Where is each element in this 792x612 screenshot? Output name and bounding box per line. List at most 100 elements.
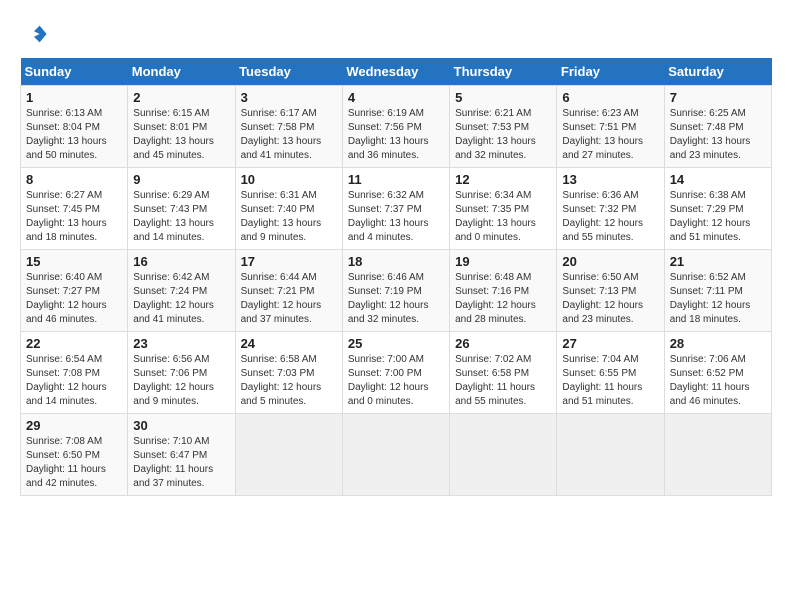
- calendar-cell: [664, 414, 771, 496]
- day-header-wednesday: Wednesday: [342, 58, 449, 86]
- day-info: Sunrise: 6:34 AM Sunset: 7:35 PM Dayligh…: [455, 189, 551, 245]
- calendar-cell: 15Sunrise: 6:40 AM Sunset: 7:27 PM Dayli…: [21, 250, 128, 332]
- day-number: 19: [455, 254, 551, 269]
- calendar-cell: 9Sunrise: 6:29 AM Sunset: 7:43 PM Daylig…: [128, 168, 235, 250]
- day-number: 4: [348, 90, 444, 105]
- day-number: 13: [562, 172, 658, 187]
- day-number: 20: [562, 254, 658, 269]
- day-number: 18: [348, 254, 444, 269]
- day-info: Sunrise: 6:50 AM Sunset: 7:13 PM Dayligh…: [562, 271, 658, 327]
- calendar-cell: 23 Sunrise: 6:56 AM Sunset: 7:06 PM Dayli…: [128, 332, 235, 414]
- logo-icon: [20, 20, 48, 48]
- calendar-cell: 8 Sunrise: 6:27 AM Sunset: 7:45 PM Daylig…: [21, 168, 128, 250]
- day-info: Sunrise: 7:04 AM Sunset: 6:55 PM Dayligh…: [562, 353, 658, 409]
- day-info: Sunrise: 6:21 AM Sunset: 7:53 PM Dayligh…: [455, 107, 551, 163]
- day-number: 24: [241, 336, 337, 351]
- day-header-monday: Monday: [128, 58, 235, 86]
- calendar-cell: 3 Sunrise: 6:17 AM Sunset: 7:58 PM Daylig…: [235, 86, 342, 168]
- day-number: 7: [670, 90, 766, 105]
- day-number: 1: [26, 90, 122, 105]
- day-number: 3: [241, 90, 337, 105]
- calendar-cell: 21 Sunrise: 6:52 AM Sunset: 7:11 PM Dayli…: [664, 250, 771, 332]
- calendar-cell: 10 Sunrise: 6:31 AM Sunset: 7:40 PM Dayli…: [235, 168, 342, 250]
- day-info: Sunrise: 6:42 AM Sunset: 7:24 PM Dayligh…: [133, 271, 229, 327]
- day-info: Sunrise: 6:44 AM Sunset: 7:21 PM Dayligh…: [241, 271, 337, 327]
- calendar-cell: 26 Sunrise: 7:02 AM Sunset: 6:58 PM Dayli…: [450, 332, 557, 414]
- day-number: 2: [133, 90, 229, 105]
- week-row-1: 1 Sunrise: 6:13 AM Sunset: 8:04 PM Daylig…: [21, 86, 772, 168]
- calendar-cell: [557, 414, 664, 496]
- day-number: 29: [26, 418, 122, 433]
- day-info: Sunrise: 6:13 AM Sunset: 8:04 PM Dayligh…: [26, 107, 122, 163]
- day-info: Sunrise: 6:19 AM Sunset: 7:56 PM Dayligh…: [348, 107, 444, 163]
- calendar-cell: 30 Sunrise: 7:10 AM Sunset: 6:47 PM Dayli…: [128, 414, 235, 496]
- day-number: 27: [562, 336, 658, 351]
- calendar-cell: 1 Sunrise: 6:13 AM Sunset: 8:04 PM Daylig…: [21, 86, 128, 168]
- day-number: 22: [26, 336, 122, 351]
- calendar-cell: [342, 414, 449, 496]
- week-row-3: 15Sunrise: 6:40 AM Sunset: 7:27 PM Dayli…: [21, 250, 772, 332]
- logo: [20, 20, 52, 48]
- day-info: Sunrise: 7:00 AM Sunset: 7:00 PM Dayligh…: [348, 353, 444, 409]
- day-number: 8: [26, 172, 122, 187]
- calendar-cell: 28 Sunrise: 7:06 AM Sunset: 6:52 PM Dayli…: [664, 332, 771, 414]
- day-info: Sunrise: 6:32 AM Sunset: 7:37 PM Dayligh…: [348, 189, 444, 245]
- day-number: 30: [133, 418, 229, 433]
- calendar-cell: 29 Sunrise: 7:08 AM Sunset: 6:50 PM Dayli…: [21, 414, 128, 496]
- calendar-cell: 13 Sunrise: 6:36 AM Sunset: 7:32 PM Dayli…: [557, 168, 664, 250]
- day-number: 26: [455, 336, 551, 351]
- day-info: Sunrise: 7:02 AM Sunset: 6:58 PM Dayligh…: [455, 353, 551, 409]
- day-header-sunday: Sunday: [21, 58, 128, 86]
- day-info: Sunrise: 6:54 AM Sunset: 7:08 PM Dayligh…: [26, 353, 122, 409]
- day-header-thursday: Thursday: [450, 58, 557, 86]
- day-info: Sunrise: 6:25 AM Sunset: 7:48 PM Dayligh…: [670, 107, 766, 163]
- day-header-saturday: Saturday: [664, 58, 771, 86]
- day-header-friday: Friday: [557, 58, 664, 86]
- calendar-cell: 5 Sunrise: 6:21 AM Sunset: 7:53 PM Daylig…: [450, 86, 557, 168]
- day-info: Sunrise: 6:36 AM Sunset: 7:32 PM Dayligh…: [562, 189, 658, 245]
- day-number: 10: [241, 172, 337, 187]
- day-info: Sunrise: 6:46 AM Sunset: 7:19 PM Dayligh…: [348, 271, 444, 327]
- day-info: Sunrise: 6:29 AM Sunset: 7:43 PM Dayligh…: [133, 189, 229, 245]
- calendar-cell: 18 Sunrise: 6:46 AM Sunset: 7:19 PM Dayli…: [342, 250, 449, 332]
- day-number: 28: [670, 336, 766, 351]
- day-number: 23: [133, 336, 229, 351]
- day-number: 6: [562, 90, 658, 105]
- days-header-row: SundayMondayTuesdayWednesdayThursdayFrid…: [21, 58, 772, 86]
- day-info: Sunrise: 6:27 AM Sunset: 7:45 PM Dayligh…: [26, 189, 122, 245]
- day-number: 14: [670, 172, 766, 187]
- day-info: Sunrise: 7:06 AM Sunset: 6:52 PM Dayligh…: [670, 353, 766, 409]
- day-info: Sunrise: 6:31 AM Sunset: 7:40 PM Dayligh…: [241, 189, 337, 245]
- day-number: 12: [455, 172, 551, 187]
- calendar-cell: 2 Sunrise: 6:15 AM Sunset: 8:01 PM Daylig…: [128, 86, 235, 168]
- day-number: 21: [670, 254, 766, 269]
- day-info: Sunrise: 6:40 AM Sunset: 7:27 PM Dayligh…: [26, 271, 122, 327]
- day-info: Sunrise: 6:56 AM Sunset: 7:06 PM Dayligh…: [133, 353, 229, 409]
- calendar-cell: 24Sunrise: 6:58 AM Sunset: 7:03 PM Dayli…: [235, 332, 342, 414]
- calendar-cell: 6 Sunrise: 6:23 AM Sunset: 7:51 PM Daylig…: [557, 86, 664, 168]
- week-row-5: 29 Sunrise: 7:08 AM Sunset: 6:50 PM Dayli…: [21, 414, 772, 496]
- day-info: Sunrise: 6:48 AM Sunset: 7:16 PM Dayligh…: [455, 271, 551, 327]
- day-number: 16: [133, 254, 229, 269]
- day-info: Sunrise: 6:23 AM Sunset: 7:51 PM Dayligh…: [562, 107, 658, 163]
- calendar-cell: 20 Sunrise: 6:50 AM Sunset: 7:13 PM Dayli…: [557, 250, 664, 332]
- day-info: Sunrise: 6:52 AM Sunset: 7:11 PM Dayligh…: [670, 271, 766, 327]
- calendar-cell: 14 Sunrise: 6:38 AM Sunset: 7:29 PM Dayli…: [664, 168, 771, 250]
- day-number: 5: [455, 90, 551, 105]
- day-info: Sunrise: 7:08 AM Sunset: 6:50 PM Dayligh…: [26, 435, 122, 491]
- day-header-tuesday: Tuesday: [235, 58, 342, 86]
- calendar-cell: 12 Sunrise: 6:34 AM Sunset: 7:35 PM Dayli…: [450, 168, 557, 250]
- calendar-cell: 17 Sunrise: 6:44 AM Sunset: 7:21 PM Dayli…: [235, 250, 342, 332]
- calendar-cell: 11 Sunrise: 6:32 AM Sunset: 7:37 PM Dayli…: [342, 168, 449, 250]
- page-header: [20, 20, 772, 48]
- day-info: Sunrise: 6:15 AM Sunset: 8:01 PM Dayligh…: [133, 107, 229, 163]
- calendar-cell: 27 Sunrise: 7:04 AM Sunset: 6:55 PM Dayli…: [557, 332, 664, 414]
- day-number: 25: [348, 336, 444, 351]
- day-number: 11: [348, 172, 444, 187]
- day-info: Sunrise: 7:10 AM Sunset: 6:47 PM Dayligh…: [133, 435, 229, 491]
- day-info: Sunrise: 6:38 AM Sunset: 7:29 PM Dayligh…: [670, 189, 766, 245]
- calendar-cell: 4 Sunrise: 6:19 AM Sunset: 7:56 PM Daylig…: [342, 86, 449, 168]
- day-number: 17: [241, 254, 337, 269]
- day-info: Sunrise: 6:17 AM Sunset: 7:58 PM Dayligh…: [241, 107, 337, 163]
- calendar-cell: 25 Sunrise: 7:00 AM Sunset: 7:00 PM Dayli…: [342, 332, 449, 414]
